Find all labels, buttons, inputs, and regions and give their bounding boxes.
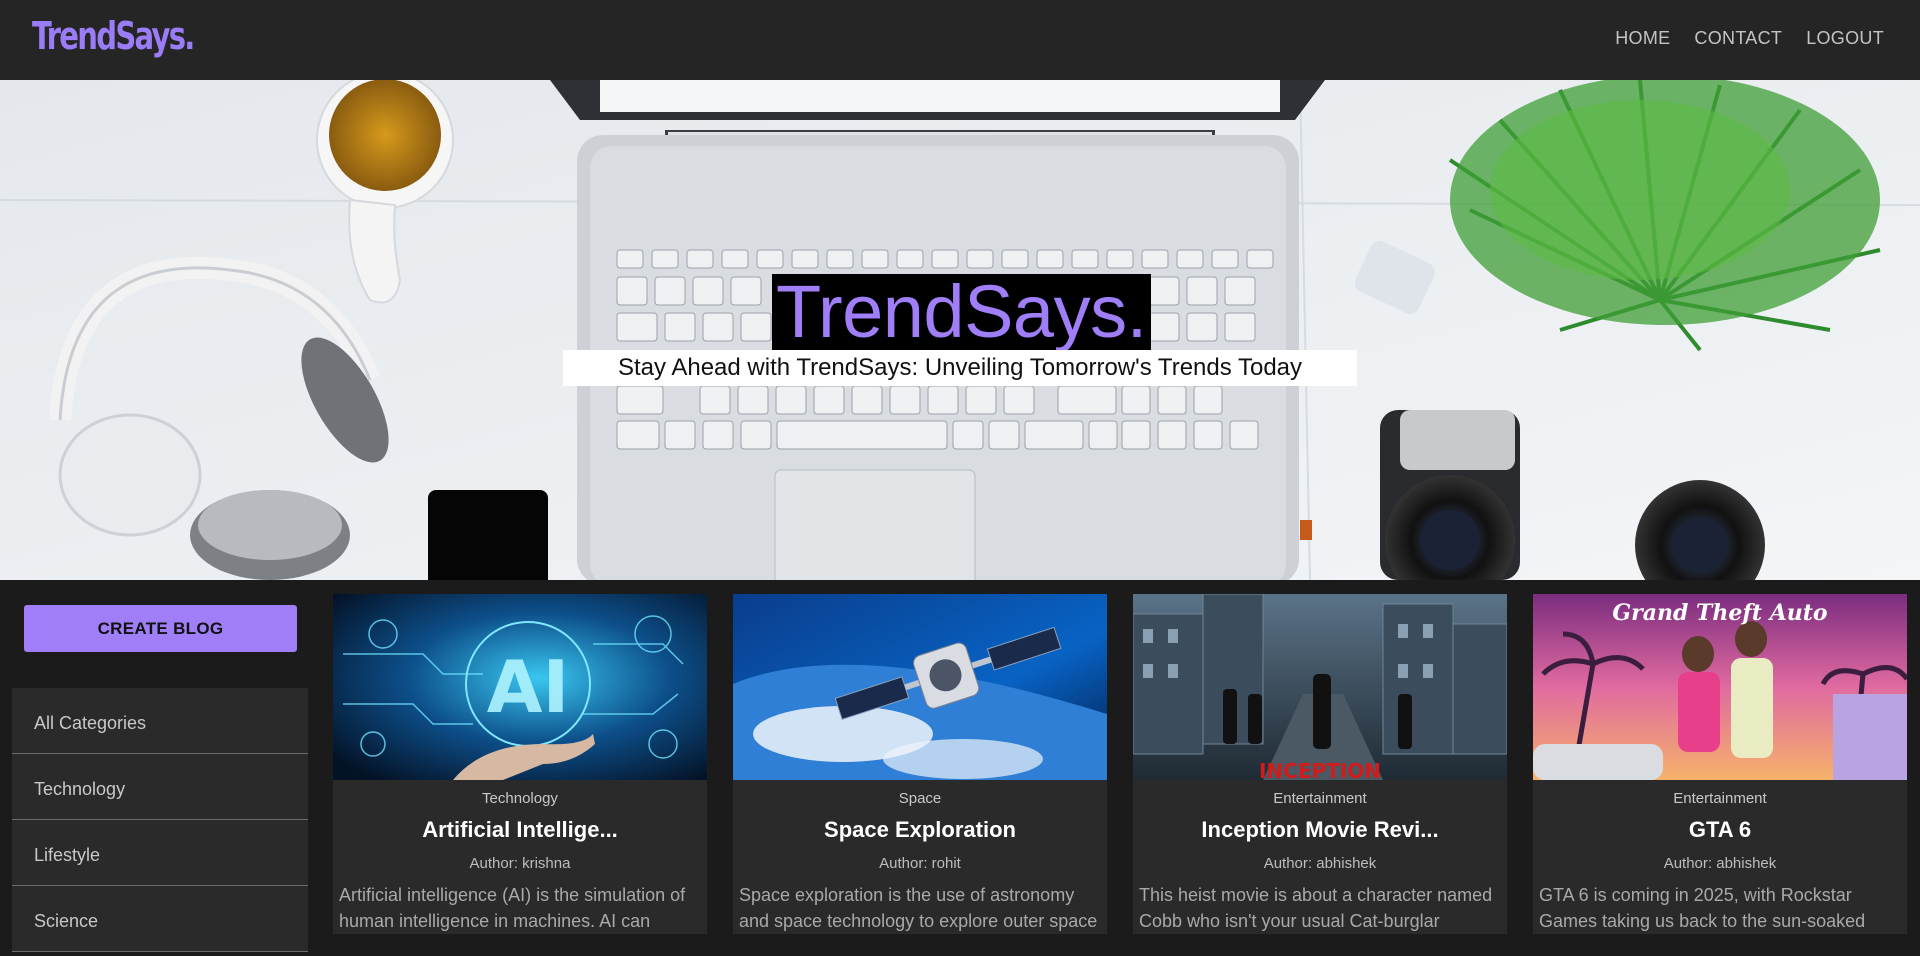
- main-nav: HOME CONTACT LOGOUT: [1615, 28, 1884, 49]
- post-excerpt: Space exploration is the use of astronom…: [739, 885, 1098, 931]
- post-category: Entertainment: [1673, 790, 1767, 807]
- post-author: Author: rohit: [879, 855, 961, 872]
- hero-subtitle: Stay Ahead with TrendSays: Unveiling Tom…: [563, 350, 1357, 386]
- category-item-technology[interactable]: Technology: [12, 754, 308, 820]
- post-author: Author: abhishek: [1263, 855, 1377, 872]
- post-category: Technology: [482, 790, 558, 807]
- post-author: Author: krishna: [469, 855, 571, 872]
- blog-card[interactable]: INCEPTION Entertainment Inception Movie …: [1133, 594, 1507, 934]
- hero-banner: TrendSays. Stay Ahead with TrendSays: Un…: [0, 80, 1920, 580]
- gta6-artwork-image: Grand Theft Auto: [1533, 594, 1907, 780]
- post-title[interactable]: Artificial Intellige...: [333, 817, 707, 843]
- post-category: Entertainment: [1273, 790, 1367, 807]
- post-excerpt: Artificial intelligence (AI) is the simu…: [339, 885, 686, 931]
- post-author: Author: abhishek: [1663, 855, 1777, 872]
- category-item-science[interactable]: Science: [12, 886, 308, 952]
- post-category: Space: [898, 790, 942, 807]
- post-title[interactable]: GTA 6: [1533, 817, 1907, 843]
- blog-card[interactable]: Grand Theft Auto Entertainment GTA 6 Aut…: [1533, 594, 1907, 934]
- nav-contact-link[interactable]: CONTACT: [1694, 28, 1782, 49]
- brand-logo[interactable]: TrendSays.: [32, 14, 195, 58]
- post-excerpt: This heist movie is about a character na…: [1139, 885, 1493, 931]
- hero-title: TrendSays.: [772, 274, 1151, 350]
- satellite-over-earth-image: [733, 594, 1107, 780]
- post-excerpt: GTA 6 is coming in 2025, with Rockstar G…: [1539, 885, 1866, 931]
- post-title[interactable]: Inception Movie Revi...: [1133, 817, 1507, 843]
- inception-poster-image: INCEPTION: [1133, 594, 1507, 780]
- category-item-lifestyle[interactable]: Lifestyle: [12, 820, 308, 886]
- nav-home-link[interactable]: HOME: [1615, 28, 1670, 49]
- top-navbar: TrendSays. HOME CONTACT LOGOUT: [0, 0, 1920, 80]
- svg-text:AI: AI: [487, 645, 570, 729]
- nav-logout-link[interactable]: LOGOUT: [1806, 28, 1884, 49]
- blog-card[interactable]: AI Technology Artificial Intellige... Au…: [333, 594, 707, 934]
- blog-card[interactable]: Space Space Exploration Author: rohit Sp…: [733, 594, 1107, 934]
- category-item-all[interactable]: All Categories: [12, 688, 308, 754]
- svg-text:INCEPTION: INCEPTION: [1259, 759, 1381, 780]
- category-list: All Categories Technology Lifestyle Scie…: [12, 688, 308, 952]
- svg-text:Grand Theft Auto: Grand Theft Auto: [1612, 600, 1827, 626]
- sidebar: CREATE BLOG All Categories Technology Li…: [0, 580, 320, 952]
- ai-hand-hologram-image: AI: [333, 594, 707, 780]
- post-title[interactable]: Space Exploration: [733, 817, 1107, 843]
- create-blog-button[interactable]: CREATE BLOG: [24, 605, 297, 652]
